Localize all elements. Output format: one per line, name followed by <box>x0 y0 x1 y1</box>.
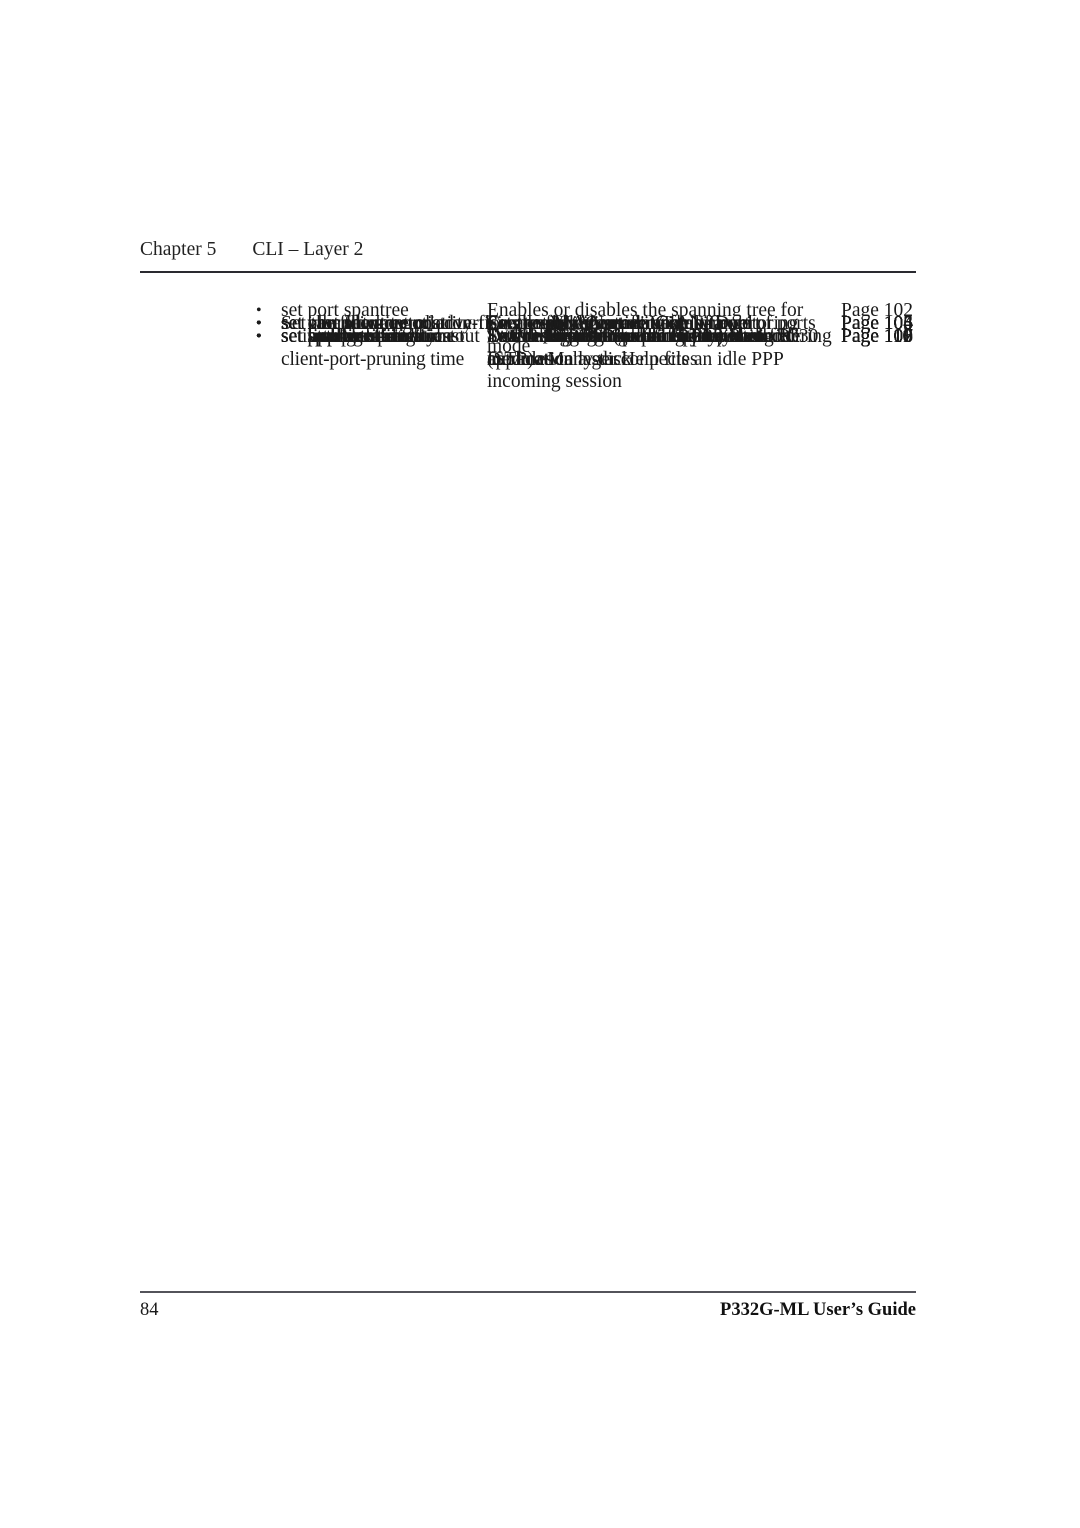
header-divider-rule <box>140 271 916 273</box>
page-reference[interactable]: Page 111 <box>841 326 931 349</box>
command-name: • setintelligent-multicast client-port-pr… <box>256 326 481 371</box>
header-chapter-number: Chapter 5 <box>140 239 217 260</box>
footer-page-number: 84 <box>140 1300 159 1320</box>
command-label: setintelligent-multicast client-port-pru… <box>281 326 465 370</box>
document-page: Chapter 5 CLI – Layer 2 • set port spantre… <box>0 0 1080 1528</box>
bullet-icon: • <box>256 328 262 345</box>
page-reference-label: Page 111 <box>841 326 912 347</box>
command-reference-table: • set port spantree Enables or disables th… <box>140 300 916 392</box>
command-description: Sets the aging time for client ports <box>487 326 842 349</box>
footer-divider-rule <box>140 1291 916 1293</box>
header-chapter-title: CLI – Layer 2 <box>252 239 364 260</box>
command-description-text: Sets the aging time for client ports <box>487 326 756 347</box>
footer-guide-title: P332G-ML User’s Guide <box>720 1300 916 1320</box>
running-header: Chapter 5 CLI – Layer 2 <box>140 238 916 262</box>
